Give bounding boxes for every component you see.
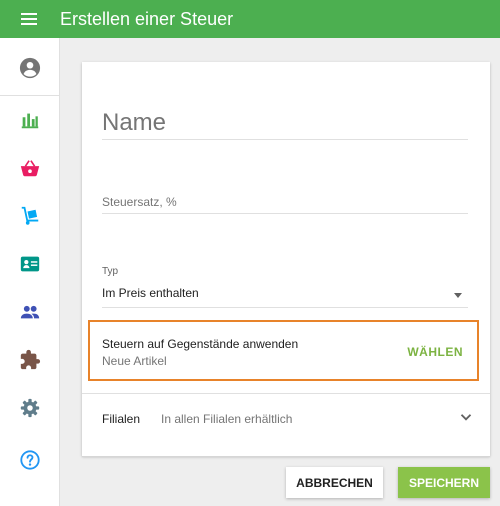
sidebar-item-sales[interactable] bbox=[0, 146, 60, 190]
cart-dolly-icon bbox=[21, 206, 39, 225]
type-select-value: Im Preis enthalten bbox=[102, 286, 199, 300]
sidebar-divider bbox=[0, 95, 60, 96]
stores-label: Filialen bbox=[102, 412, 141, 426]
apply-to-items-subtitle: Neue Artikel bbox=[102, 354, 167, 368]
cancel-button[interactable]: ABBRECHEN bbox=[286, 467, 383, 498]
gear-icon bbox=[20, 398, 40, 418]
apply-to-items-section[interactable]: Steuern auf Gegenstände anwenden Neue Ar… bbox=[88, 320, 479, 381]
sidebar-item-employees[interactable] bbox=[0, 290, 60, 334]
footer-divider bbox=[82, 456, 490, 457]
select-items-button[interactable]: WÄHLEN bbox=[407, 345, 463, 359]
tax-form-card: Typ Im Preis enthalten Steuern auf Gegen… bbox=[82, 62, 490, 456]
stores-value: In allen Filialen erhältlich bbox=[161, 412, 293, 426]
page-title: Erstellen einer Steuer bbox=[60, 8, 234, 29]
sidebar-item-inventory[interactable] bbox=[0, 194, 60, 238]
stores-row[interactable]: Filialen In allen Filialen erhältlich bbox=[82, 394, 490, 444]
chevron-down-icon bbox=[460, 414, 472, 421]
people-icon bbox=[20, 305, 40, 319]
name-input[interactable] bbox=[102, 106, 468, 140]
bar-chart-icon bbox=[21, 113, 39, 129]
save-button[interactable]: SPEICHERN bbox=[398, 467, 490, 498]
shopping-basket-icon bbox=[20, 160, 40, 177]
sidebar-item-account[interactable] bbox=[0, 46, 60, 90]
menu-button[interactable] bbox=[0, 0, 58, 38]
account-circle-icon bbox=[19, 57, 41, 79]
type-label: Typ bbox=[102, 266, 119, 277]
puzzle-icon bbox=[20, 349, 41, 370]
app-bar: Erstellen einer Steuer bbox=[0, 0, 500, 38]
sidebar-item-help[interactable] bbox=[0, 438, 60, 482]
sidebar-item-customers[interactable] bbox=[0, 242, 60, 286]
sidebar-item-settings[interactable] bbox=[0, 386, 60, 430]
tax-rate-input[interactable] bbox=[102, 190, 468, 214]
hamburger-icon bbox=[21, 13, 37, 25]
id-card-icon bbox=[20, 256, 40, 272]
dropdown-arrow-icon bbox=[454, 293, 462, 298]
sidebar-item-reports[interactable] bbox=[0, 98, 60, 142]
type-select[interactable]: Im Preis enthalten bbox=[102, 286, 468, 308]
sidebar-item-integrations[interactable] bbox=[0, 338, 60, 382]
apply-to-items-title: Steuern auf Gegenstände anwenden bbox=[102, 337, 299, 351]
help-icon bbox=[20, 450, 40, 470]
sidebar bbox=[0, 38, 60, 506]
